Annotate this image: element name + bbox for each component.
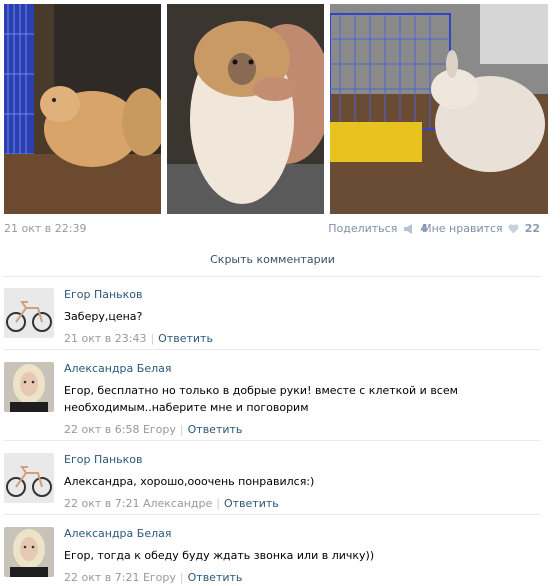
heart-icon — [508, 224, 519, 237]
comment-author[interactable]: Егор Паньков — [64, 453, 540, 466]
comment-author[interactable]: Александра Белая — [64, 527, 540, 540]
divider — [4, 276, 540, 277]
post-meta: 21 окт в 22:39 Поделиться 4 Мне нравится… — [4, 222, 540, 238]
comment-time[interactable]: 22 окт в 6:58 Егору — [64, 423, 176, 436]
share-button[interactable]: Поделиться 4 — [328, 222, 428, 237]
post-date[interactable]: 21 окт в 22:39 — [4, 222, 86, 235]
like-label: Мне нравится — [422, 222, 503, 235]
avatar[interactable] — [4, 288, 54, 338]
divider — [4, 514, 540, 515]
like-count: 22 — [524, 222, 540, 235]
share-label: Поделиться — [328, 222, 398, 235]
reply-link[interactable]: Ответить — [188, 423, 243, 436]
comment-footer: 22 окт в 7:21 Александре | Ответить — [64, 497, 279, 510]
avatar[interactable] — [4, 453, 54, 503]
reply-link[interactable]: Ответить — [188, 571, 243, 584]
avatar[interactable] — [4, 362, 54, 412]
comment-footer: 21 окт в 23:43 | Ответить — [64, 332, 213, 345]
reply-link[interactable]: Ответить — [158, 332, 213, 345]
photo-rabbit-held[interactable] — [167, 4, 324, 214]
hide-comments-link[interactable]: Скрыть комментарии — [0, 253, 545, 266]
comment-footer: 22 окт в 7:21 Егору | Ответить — [64, 571, 243, 584]
reply-link[interactable]: Ответить — [224, 497, 279, 510]
photo-rabbit-cage[interactable] — [4, 4, 161, 214]
comment-text: Александра, хорошо,ооочень понравился:) — [64, 475, 315, 488]
divider — [4, 440, 540, 441]
comment-author[interactable]: Егор Паньков — [64, 288, 540, 301]
comment-text: Заберу,цена? — [64, 310, 143, 323]
photo-gallery — [4, 4, 552, 214]
photo-rabbit-by-cage[interactable] — [330, 4, 548, 214]
comment-time[interactable]: 22 окт в 7:21 Александре — [64, 497, 212, 510]
divider — [4, 349, 540, 350]
like-button[interactable]: Мне нравится 22 — [422, 222, 540, 237]
comment-time[interactable]: 21 окт в 23:43 — [64, 332, 146, 345]
comment-text: Егор, бесплатно но только в добрые руки!… — [64, 384, 458, 414]
avatar[interactable] — [4, 527, 54, 577]
comment-time[interactable]: 22 окт в 7:21 Егору — [64, 571, 176, 584]
comment-author[interactable]: Александра Белая — [64, 362, 540, 375]
comment-text: Егор, тогда к обеду буду ждать звонка ил… — [64, 549, 375, 562]
megaphone-icon — [403, 224, 415, 237]
comment-footer: 22 окт в 6:58 Егору | Ответить — [64, 423, 243, 436]
